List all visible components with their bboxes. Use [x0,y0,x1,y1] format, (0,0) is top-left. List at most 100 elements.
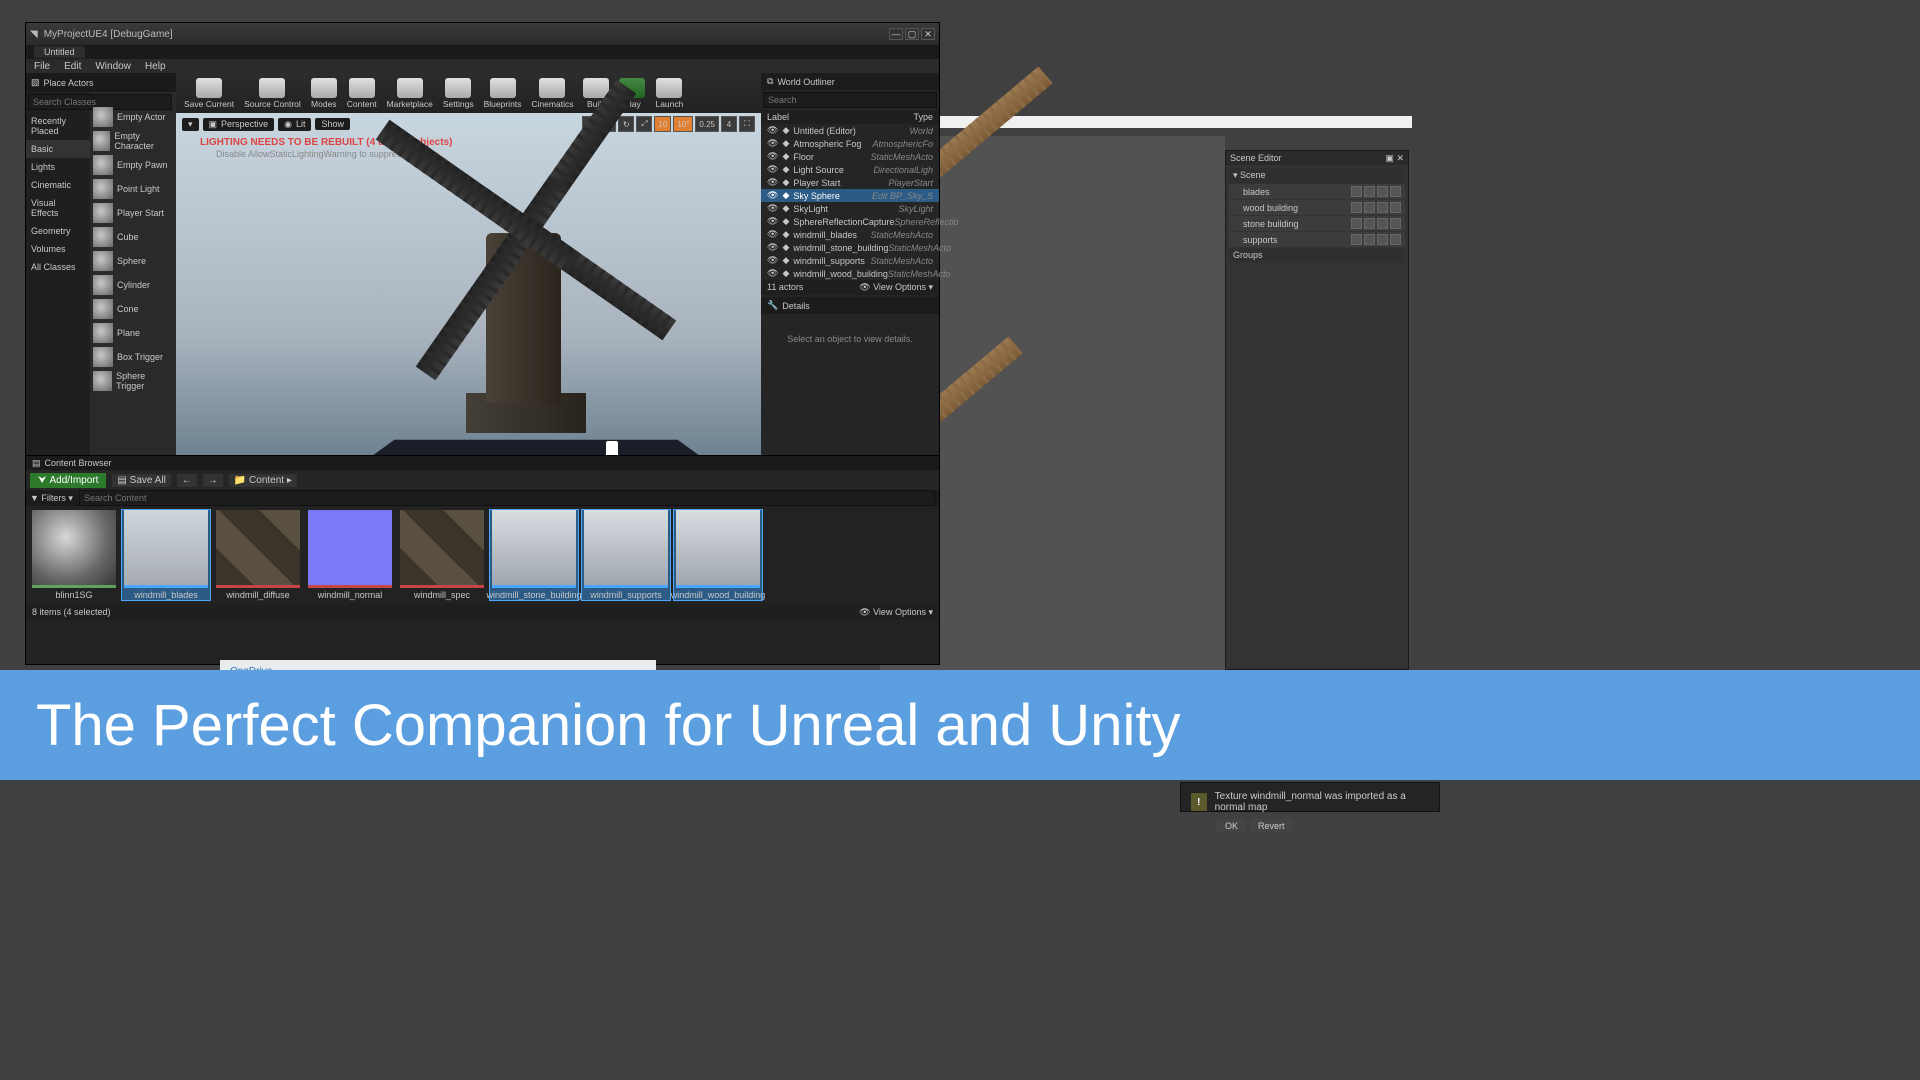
asset-item[interactable]: blinn1SG [30,510,118,600]
modes-button[interactable]: Modes [307,76,341,111]
outliner-row[interactable]: 👁◆SphereReflectionCaptureSphereReflectio [761,215,939,228]
asset-item[interactable]: windmill_normal [306,510,394,600]
cat-lights[interactable]: Lights [26,158,90,176]
maximize-button[interactable]: ▢ [905,28,919,40]
vis-icon[interactable] [1351,202,1362,213]
nav-fwd-button[interactable]: → [203,474,223,487]
eye-icon[interactable]: 👁 [767,125,778,136]
asset-item[interactable]: windmill_supports [582,510,670,600]
iso-icon[interactable] [1390,202,1401,213]
iso-icon[interactable] [1390,186,1401,197]
list-item[interactable]: Point Light [90,177,176,201]
asset-item[interactable]: windmill_spec [398,510,486,600]
mat-icon[interactable] [1377,218,1388,229]
cat-cinematic[interactable]: Cinematic [26,176,90,194]
eye-icon[interactable]: 👁 [767,255,778,266]
view-options-button[interactable]: 👁 View Options ▾ [859,282,933,293]
eye-icon[interactable]: 👁 [767,138,778,149]
snap-scale-button[interactable]: 0.25 [695,116,719,132]
outliner-row[interactable]: 👁◆windmill_bladesStaticMeshActo [761,228,939,241]
mat-icon[interactable] [1377,186,1388,197]
blueprints-button[interactable]: Blueprints [480,76,526,111]
list-item[interactable]: Cone [90,297,176,321]
asset-item[interactable]: windmill_blades [122,510,210,600]
perspective-button[interactable]: ▣ Perspective [203,118,275,131]
cat-basic[interactable]: Basic [26,140,90,158]
list-item[interactable]: Plane [90,321,176,345]
lock-icon[interactable] [1364,186,1375,197]
iso-icon[interactable] [1390,218,1401,229]
vis-icon[interactable] [1351,186,1362,197]
content-search[interactable] [79,490,935,506]
close-button[interactable]: ✕ [921,28,935,40]
scene-item[interactable]: wood building [1229,200,1405,215]
asset-item[interactable]: windmill_diffuse [214,510,302,600]
cat-geometry[interactable]: Geometry [26,222,90,240]
window-titlebar[interactable]: ◥ MyProjectUE4 [DebugGame] — ▢ ✕ [26,23,939,45]
asset-item[interactable]: windmill_stone_building [490,510,578,600]
list-item[interactable]: Sphere Trigger [90,369,176,393]
scene-item[interactable]: stone building [1229,216,1405,231]
list-item[interactable]: Empty Character [90,129,176,153]
asset-item[interactable]: windmill_wood_building [674,510,762,600]
eye-icon[interactable]: 👁 [767,268,778,279]
snap-grid-button[interactable]: 10 [654,116,671,132]
cat-visual-effects[interactable]: Visual Effects [26,194,90,222]
menu-window[interactable]: Window [95,61,131,72]
mat-icon[interactable] [1377,202,1388,213]
outliner-row[interactable]: 👁◆windmill_wood_buildingStaticMeshActo [761,267,939,280]
col-type[interactable]: Type [913,112,933,122]
list-item[interactable]: Cylinder [90,273,176,297]
tab-untitled[interactable]: Untitled [34,46,85,58]
eye-icon[interactable]: 👁 [767,229,778,240]
cb-view-options-button[interactable]: 👁 View Options ▾ [859,607,933,618]
eye-icon[interactable]: 👁 [767,190,778,201]
vis-icon[interactable] [1351,234,1362,245]
eye-icon[interactable]: 👁 [767,216,778,227]
list-item[interactable]: Sphere [90,249,176,273]
snap-angle-button[interactable]: 10° [673,116,693,132]
toast-ok-button[interactable]: OK [1217,819,1246,833]
menu-file[interactable]: File [34,61,50,72]
scene-item[interactable]: supports [1229,232,1405,247]
groups-root[interactable]: Groups [1229,248,1405,262]
lock-icon[interactable] [1364,202,1375,213]
viewport-maximize-icon[interactable]: ⛶ [739,116,755,132]
menu-edit[interactable]: Edit [64,61,81,72]
transform-scale-icon[interactable]: ⤢ [636,116,652,132]
eye-icon[interactable]: 👁 [767,164,778,175]
lock-icon[interactable] [1364,218,1375,229]
vis-icon[interactable] [1351,218,1362,229]
outliner-row[interactable]: 👁◆windmill_supportsStaticMeshActo [761,254,939,267]
outliner-row[interactable]: 👁◆FloorStaticMeshActo [761,150,939,163]
breadcrumb[interactable]: 📁 Content ▸ [229,474,297,487]
outliner-row[interactable]: 👁◆Player StartPlayerStart [761,176,939,189]
show-button[interactable]: Show [315,118,350,130]
settings-button[interactable]: Settings [439,76,478,111]
menu-help[interactable]: Help [145,61,166,72]
add-import-button[interactable]: ⮟ Add/Import [30,473,106,488]
transform-rotate-icon[interactable]: ↻ [618,116,634,132]
outliner-search[interactable] [763,92,937,108]
eye-icon[interactable]: 👁 [767,242,778,253]
lock-icon[interactable] [1364,234,1375,245]
launch-button[interactable]: Launch [651,76,687,111]
outliner-row[interactable]: 👁◆Untitled (Editor)World [761,124,939,137]
lit-button[interactable]: ◉ Lit [278,118,311,131]
list-item[interactable]: Cube [90,225,176,249]
save-all-button[interactable]: ▤ Save All [112,474,170,487]
nav-back-button[interactable]: ← [177,474,197,487]
mat-icon[interactable] [1377,234,1388,245]
minimize-button[interactable]: — [889,28,903,40]
camera-speed-icon[interactable]: 4 [721,116,737,132]
cat-volumes[interactable]: Volumes [26,240,90,258]
list-item[interactable]: Empty Actor [90,105,176,129]
list-item[interactable]: Player Start [90,201,176,225]
eye-icon[interactable]: 👁 [767,203,778,214]
cat-recently-placed[interactable]: Recently Placed [26,112,90,140]
viewport-options-button[interactable]: ▾ [182,118,199,131]
marketplace-button[interactable]: Marketplace [383,76,437,111]
outliner-row[interactable]: 👁◆Atmospheric FogAtmosphericFo [761,137,939,150]
toast-revert-button[interactable]: Revert [1250,819,1293,833]
eye-icon[interactable]: 👁 [767,151,778,162]
